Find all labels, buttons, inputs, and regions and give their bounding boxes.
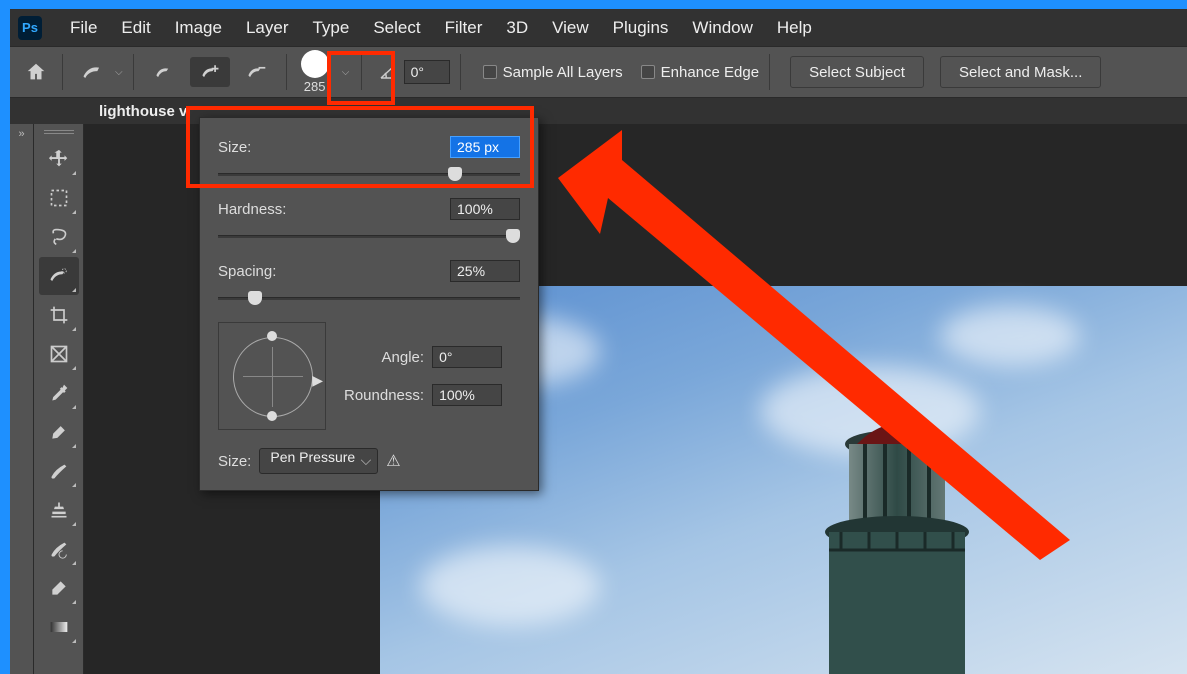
- enhance-edge-label: Enhance Edge: [661, 64, 759, 81]
- brush-settings-popup: Size: Hardness: Spacing: ▶ Angle: Roundn…: [199, 117, 539, 491]
- brush-angle-input[interactable]: [432, 346, 502, 368]
- spacing-input[interactable]: [450, 260, 520, 282]
- new-selection-icon[interactable]: [144, 57, 184, 87]
- tool-preset-picker[interactable]: [73, 57, 113, 87]
- menu-file[interactable]: File: [58, 14, 109, 42]
- brush-size-input[interactable]: [450, 136, 520, 158]
- angle-input[interactable]: [404, 60, 450, 84]
- menu-type[interactable]: Type: [300, 14, 361, 42]
- brush-shape-preview[interactable]: ▶: [218, 322, 326, 430]
- brush-preview-icon: [301, 50, 329, 78]
- select-subject-button[interactable]: Select Subject: [790, 56, 924, 88]
- quick-selection-tool[interactable]: [39, 257, 79, 295]
- marquee-tool[interactable]: [39, 179, 79, 217]
- title-bar: Ps File Edit Image Layer Type Select Fil…: [10, 9, 1187, 46]
- chevron-down-icon[interactable]: ⌵: [341, 67, 351, 78]
- menu-window[interactable]: Window: [680, 14, 764, 42]
- menu-image[interactable]: Image: [163, 14, 234, 42]
- frame-tool[interactable]: [39, 335, 79, 373]
- menu-filter[interactable]: Filter: [433, 14, 495, 42]
- menu-help[interactable]: Help: [765, 14, 824, 42]
- angle-label: Angle:: [344, 349, 432, 366]
- add-selection-icon[interactable]: [190, 57, 230, 87]
- size-dynamics-select[interactable]: Pen Pressure: [259, 448, 378, 474]
- brush-preset-picker[interactable]: 285: [297, 48, 333, 96]
- clone-stamp-tool[interactable]: [39, 491, 79, 529]
- warning-icon: ⚠: [386, 451, 400, 471]
- enhance-edge-checkbox[interactable]: [641, 65, 655, 79]
- lighthouse-image: [787, 404, 1007, 674]
- hardness-slider[interactable]: [218, 228, 520, 246]
- brush-tool[interactable]: [39, 452, 79, 490]
- history-brush-tool[interactable]: [39, 530, 79, 568]
- hardness-input[interactable]: [450, 198, 520, 220]
- lasso-tool[interactable]: [39, 218, 79, 256]
- home-icon[interactable]: [20, 56, 52, 88]
- sample-all-layers-checkbox[interactable]: [483, 65, 497, 79]
- brush-size-label: 285: [304, 79, 326, 94]
- menu-plugins[interactable]: Plugins: [601, 14, 681, 42]
- document-tab[interactable]: lighthouse v: [85, 98, 201, 124]
- expand-panels-icon[interactable]: »: [10, 124, 34, 674]
- eraser-tool[interactable]: [39, 569, 79, 607]
- panel-grip-icon[interactable]: [44, 128, 74, 134]
- ps-logo-icon: Ps: [18, 16, 42, 40]
- select-and-mask-button[interactable]: Select and Mask...: [940, 56, 1101, 88]
- menu-layer[interactable]: Layer: [234, 14, 301, 42]
- gradient-tool[interactable]: [39, 608, 79, 646]
- sample-all-layers-label: Sample All Layers: [503, 64, 623, 81]
- spacing-label: Spacing:: [218, 263, 450, 280]
- tools-panel: [34, 124, 84, 674]
- menu-edit[interactable]: Edit: [109, 14, 162, 42]
- angle-icon: [378, 62, 398, 82]
- subtract-selection-icon[interactable]: [236, 57, 276, 87]
- main-menu: File Edit Image Layer Type Select Filter…: [58, 14, 824, 42]
- hardness-label: Hardness:: [218, 201, 450, 218]
- menu-3d[interactable]: 3D: [494, 14, 540, 42]
- roundness-input[interactable]: [432, 384, 502, 406]
- size-label: Size:: [218, 139, 450, 156]
- size-dynamics-label: Size:: [218, 453, 251, 470]
- crop-tool[interactable]: [39, 296, 79, 334]
- document-tabs: lighthouse v: [10, 98, 1187, 124]
- healing-brush-tool[interactable]: [39, 413, 79, 451]
- spacing-slider[interactable]: [218, 290, 520, 308]
- menu-select[interactable]: Select: [361, 14, 432, 42]
- eyedropper-tool[interactable]: [39, 374, 79, 412]
- options-bar: ⌵ 285 ⌵ Sample All Layers Enhance Edge S…: [10, 46, 1187, 98]
- move-tool[interactable]: [39, 140, 79, 178]
- menu-view[interactable]: View: [540, 14, 601, 42]
- size-slider[interactable]: [218, 166, 520, 184]
- roundness-label: Roundness:: [344, 387, 432, 404]
